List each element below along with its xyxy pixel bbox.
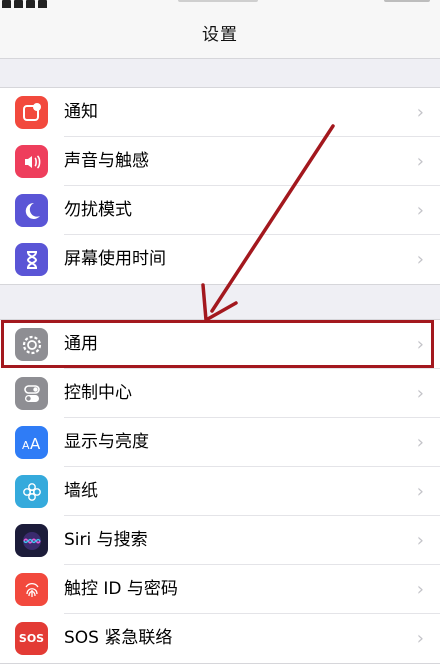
settings-group-1: 通知 › 声音与触感 › 勿扰模式 › 屏幕使用时间 ›: [0, 87, 440, 285]
chevron-right-icon: ›: [416, 579, 424, 600]
chevron-right-icon: ›: [416, 628, 424, 649]
row-control-center[interactable]: 控制中心 ›: [0, 369, 440, 418]
row-label: 屏幕使用时间: [64, 249, 166, 269]
chevron-right-icon: ›: [416, 200, 424, 221]
row-dnd[interactable]: 勿扰模式 ›: [0, 186, 440, 235]
row-label: 墙纸: [64, 481, 98, 501]
row-wallpaper[interactable]: 墙纸 ›: [0, 467, 440, 516]
row-sounds[interactable]: 声音与触感 ›: [0, 137, 440, 186]
row-label: 控制中心: [64, 383, 132, 403]
chevron-right-icon: ›: [416, 102, 424, 123]
chevron-right-icon: ›: [416, 481, 424, 502]
row-general[interactable]: 通用 ›: [0, 320, 440, 369]
fingerprint-icon: [15, 573, 48, 606]
row-screen-time[interactable]: 屏幕使用时间 ›: [0, 235, 440, 284]
page-title: 设置: [202, 25, 238, 45]
toggles-icon: [15, 377, 48, 410]
svg-text:A: A: [22, 439, 30, 452]
row-display[interactable]: AA 显示与亮度 ›: [0, 418, 440, 467]
chevron-right-icon: ›: [416, 334, 424, 355]
status-clock: [178, 0, 258, 2]
row-label: SOS 紧急联络: [64, 628, 173, 648]
row-label: 显示与亮度: [64, 432, 149, 452]
status-bar: [0, 0, 440, 8]
siri-icon: [15, 524, 48, 557]
row-label: 通知: [64, 102, 98, 122]
sound-icon: [15, 145, 48, 178]
navigation-bar: 设置: [0, 0, 440, 59]
hourglass-icon: [15, 243, 48, 276]
svg-text:A: A: [30, 435, 41, 453]
sos-icon-text: SOS: [18, 632, 45, 645]
row-label: 通用: [64, 334, 98, 354]
row-label: 声音与触感: [64, 151, 149, 171]
text-size-icon: AA: [15, 426, 48, 459]
row-label: Siri 与搜索: [64, 530, 148, 550]
row-touch-id[interactable]: 触控 ID 与密码 ›: [0, 565, 440, 614]
chevron-right-icon: ›: [416, 432, 424, 453]
chevron-right-icon: ›: [416, 383, 424, 404]
settings-group-2: 通用 › 控制中心 › AA 显示与亮度 › 墙纸 › Siri 与搜索 › 触…: [0, 319, 440, 664]
moon-icon: [15, 194, 48, 227]
chevron-right-icon: ›: [416, 530, 424, 551]
signal-icon: [2, 0, 62, 8]
row-sos[interactable]: SOS SOS 紧急联络 ›: [0, 614, 440, 663]
flower-icon: [15, 475, 48, 508]
row-label: 触控 ID 与密码: [64, 579, 178, 599]
gear-icon: [15, 328, 48, 361]
battery-icon: [384, 0, 430, 2]
row-label: 勿扰模式: [64, 200, 132, 220]
chevron-right-icon: ›: [416, 249, 424, 270]
row-siri[interactable]: Siri 与搜索 ›: [0, 516, 440, 565]
row-notifications[interactable]: 通知 ›: [0, 88, 440, 137]
sos-icon: SOS: [15, 622, 48, 655]
chevron-right-icon: ›: [416, 151, 424, 172]
notifications-icon: [15, 96, 48, 129]
